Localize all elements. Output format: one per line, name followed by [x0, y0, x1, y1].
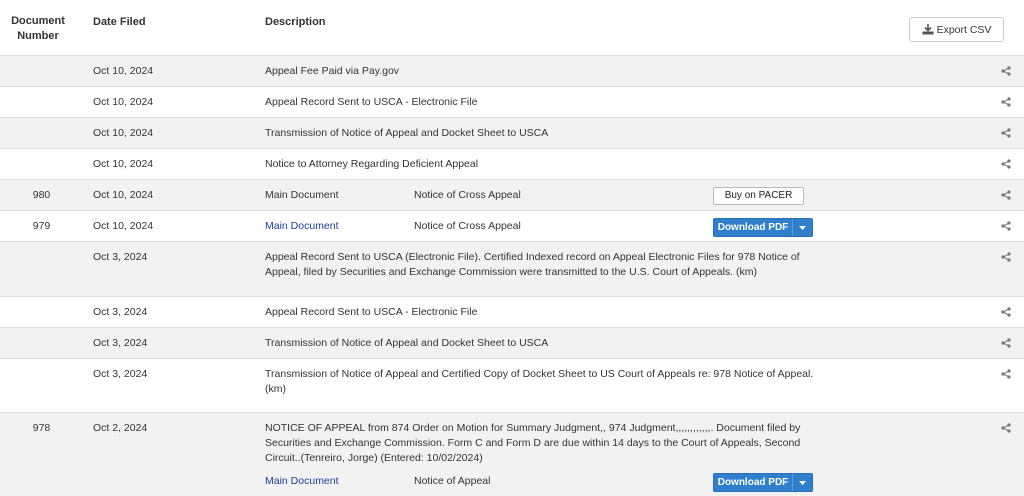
main-document-link[interactable]: Main Document: [265, 474, 339, 489]
export-csv-label: Export CSV: [936, 23, 992, 36]
column-header-date-filed: Date Filed: [93, 16, 146, 28]
caret-down-icon[interactable]: [792, 219, 812, 236]
share-icon[interactable]: [1001, 221, 1011, 231]
download-pdf-label: Download PDF: [717, 477, 789, 488]
date-filed: Oct 3, 2024: [93, 337, 148, 349]
description: NOTICE OF APPEAL from 874 Order on Motio…: [265, 422, 801, 464]
share-icon[interactable]: [1001, 423, 1011, 433]
share-icon[interactable]: [1001, 97, 1011, 107]
date-filed: Oct 3, 2024: [93, 251, 148, 263]
document-number: 978: [32, 422, 51, 434]
description: Transmission of Notice of Appeal and Doc…: [265, 127, 549, 139]
table-row: Oct 10, 2024 Transmission of Notice of A…: [0, 118, 1024, 149]
download-pdf-label: Download PDF: [717, 222, 789, 233]
description: Appeal Fee Paid via Pay.gov: [265, 65, 400, 77]
main-document-label: Main Document: [265, 189, 339, 201]
download-pdf-button[interactable]: Download PDF: [713, 473, 813, 492]
share-icon[interactable]: [1001, 252, 1011, 262]
table-row: Oct 3, 2024 Appeal Record Sent to USCA (…: [0, 242, 1024, 297]
date-filed: Oct 2, 2024: [93, 422, 148, 434]
share-icon[interactable]: [1001, 66, 1011, 76]
document-number: 979: [32, 220, 51, 232]
table-row: Oct 10, 2024 Notice to Attorney Regardin…: [0, 149, 1024, 180]
description: Transmission of Notice of Appeal and Cer…: [265, 368, 814, 395]
description: Appeal Record Sent to USCA - Electronic …: [265, 306, 478, 318]
document-description: Notice of Cross Appeal: [414, 220, 521, 232]
download-pdf-button[interactable]: Download PDF: [713, 218, 813, 237]
table-header: Document Number Date Filed Description E…: [0, 0, 1024, 56]
table-row: 980 Oct 10, 2024 Main Document Notice of…: [0, 180, 1024, 211]
document-description: Notice of Cross Appeal: [414, 189, 521, 201]
description: Notice to Attorney Regarding Deficient A…: [265, 158, 479, 170]
description: Appeal Record Sent to USCA (Electronic F…: [265, 251, 800, 278]
date-filed: Oct 10, 2024: [93, 189, 154, 201]
main-document-link[interactable]: Main Document: [265, 219, 339, 234]
date-filed: Oct 10, 2024: [93, 158, 154, 170]
export-csv-button[interactable]: Export CSV: [909, 17, 1004, 42]
date-filed: Oct 10, 2024: [93, 127, 154, 139]
column-header-document-number: Document Number: [11, 15, 65, 42]
date-filed: Oct 10, 2024: [93, 65, 154, 77]
share-icon[interactable]: [1001, 307, 1011, 317]
share-icon[interactable]: [1001, 159, 1011, 169]
share-icon[interactable]: [1001, 190, 1011, 200]
description: Transmission of Notice of Appeal and Doc…: [265, 337, 549, 349]
document-description: Notice of Appeal: [414, 475, 491, 487]
buy-on-pacer-button[interactable]: Buy on PACER: [713, 187, 804, 205]
share-icon[interactable]: [1001, 369, 1011, 379]
download-icon: [922, 24, 934, 35]
description: Appeal Record Sent to USCA - Electronic …: [265, 96, 478, 108]
share-icon[interactable]: [1001, 338, 1011, 348]
share-icon[interactable]: [1001, 128, 1011, 138]
table-row: Oct 10, 2024 Appeal Fee Paid via Pay.gov: [0, 56, 1024, 87]
table-row: Oct 3, 2024 Transmission of Notice of Ap…: [0, 359, 1024, 413]
date-filed: Oct 10, 2024: [93, 220, 154, 232]
document-number: 980: [32, 189, 51, 201]
date-filed: Oct 10, 2024: [93, 96, 154, 108]
caret-down-icon[interactable]: [792, 474, 812, 491]
table-row: Oct 3, 2024 Appeal Record Sent to USCA -…: [0, 297, 1024, 328]
table-row: Oct 10, 2024 Appeal Record Sent to USCA …: [0, 87, 1024, 118]
date-filed: Oct 3, 2024: [93, 306, 148, 318]
date-filed: Oct 3, 2024: [93, 368, 148, 380]
table-row: Oct 3, 2024 Transmission of Notice of Ap…: [0, 328, 1024, 359]
table-row: 979 Oct 10, 2024 Main Document Notice of…: [0, 211, 1024, 242]
column-header-description: Description: [265, 16, 326, 28]
table-row: 978 Oct 2, 2024 NOTICE OF APPEAL from 87…: [0, 413, 1024, 496]
